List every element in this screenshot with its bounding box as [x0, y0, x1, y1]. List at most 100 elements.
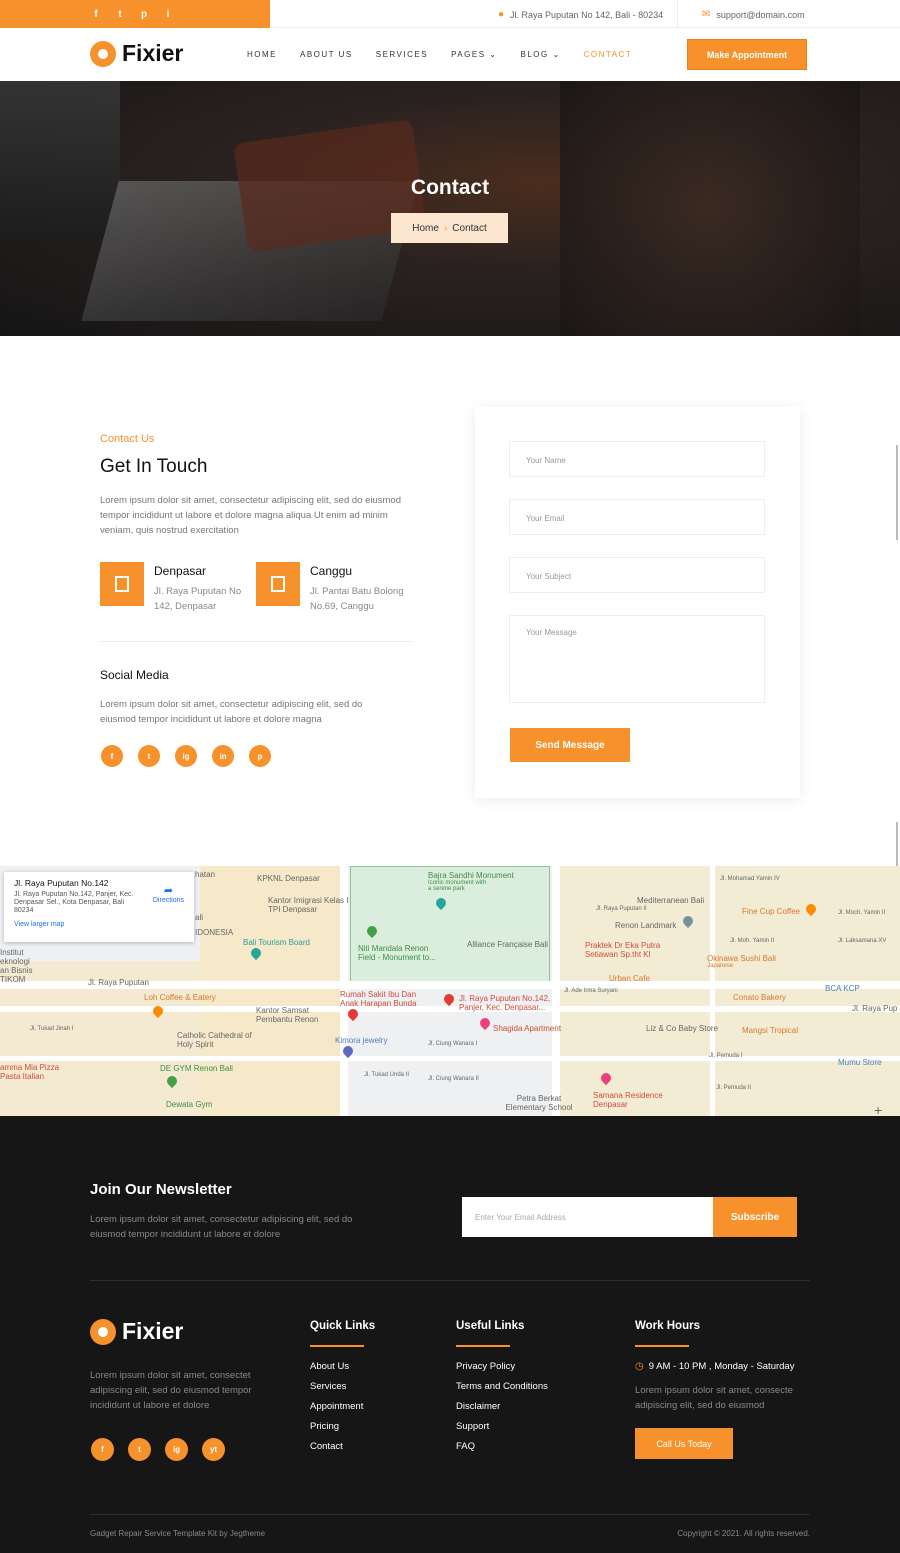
footer-link-about[interactable]: About Us	[310, 1361, 375, 1372]
map-label: Jl. Ade Irma Suryani	[564, 988, 618, 994]
email-field[interactable]: Your Email	[509, 499, 765, 535]
top-address: ● Jl. Raya Puputan No 142, Bali - 80234	[498, 9, 663, 20]
facebook-icon[interactable]: f	[90, 9, 102, 20]
directions-button[interactable]: ➦ Directions	[153, 884, 184, 904]
map-label: Jl. Tukad Jinah I	[30, 1026, 74, 1032]
map-label: Dewata Gym	[166, 1100, 213, 1109]
site-logo[interactable]: Fixier	[90, 40, 183, 67]
map-label: Jl. Ciung Wanara I	[428, 1041, 478, 1047]
make-appointment-button[interactable]: Make Appointment	[687, 39, 807, 70]
work-hours-description: Lorem ipsum dolor sit amet, consecte adi…	[635, 1385, 793, 1411]
nav-item-services[interactable]: SERVICES	[376, 50, 428, 59]
map-label: hatan	[195, 870, 216, 879]
view-larger-map-link[interactable]: View larger map	[14, 921, 184, 928]
twitter-icon[interactable]: t	[128, 1438, 151, 1461]
quick-links-column: Quick Links About Us Services Appointmen…	[310, 1320, 375, 1461]
building-icon	[256, 562, 300, 606]
map-label: KPKNL Denpasar	[257, 874, 320, 883]
map-label: Institut	[0, 948, 24, 957]
nav-item-pages[interactable]: PAGES ⌄	[451, 50, 497, 59]
office-name: Denpasar	[154, 564, 207, 578]
footer-link-contact[interactable]: Contact	[310, 1441, 375, 1452]
zoom-in-icon[interactable]: +	[874, 1102, 882, 1116]
map-label: Niti Mandala Renon Field - Monument to..…	[358, 944, 436, 962]
breadcrumb-home[interactable]: Home	[412, 223, 439, 234]
facebook-icon[interactable]: f	[101, 745, 123, 767]
map-label: TIKOM	[0, 975, 26, 984]
facebook-icon[interactable]: f	[91, 1438, 114, 1461]
linkedin-icon[interactable]: in	[212, 745, 234, 767]
instagram-icon[interactable]: ig	[165, 1438, 188, 1461]
map-label: ali	[195, 913, 204, 922]
send-message-button[interactable]: Send Message	[510, 728, 630, 762]
breadcrumb: Home › Contact	[391, 213, 508, 243]
map-label: Jl. Raya Puputan II	[596, 906, 647, 912]
footer-bottom-divider	[90, 1514, 810, 1515]
footer-social-links: f t ig yt	[91, 1438, 225, 1461]
hero-background-blur	[560, 81, 860, 336]
building-icon	[100, 562, 144, 606]
logo-text: Fixier	[122, 40, 184, 66]
nav-blog-label: BLOG	[520, 50, 549, 59]
map-label: an Bisnis	[0, 966, 33, 975]
footer-link-appointment[interactable]: Appointment	[310, 1401, 375, 1412]
newsletter-description: Lorem ipsum dolor sit amet, consectetur …	[90, 1214, 353, 1240]
map-label: Jl. Tukad Unda II	[364, 1072, 410, 1078]
map-marker-icon[interactable]	[477, 1015, 493, 1031]
map-card-address: Jl. Raya Puputan No.142, Panjer, Kec. De…	[14, 891, 134, 914]
subject-field[interactable]: Your Subject	[509, 557, 765, 593]
pinterest-icon[interactable]: p	[138, 9, 150, 20]
footer-link-support[interactable]: Support	[456, 1421, 548, 1432]
useful-links-column: Useful Links Privacy Policy Terms and Co…	[456, 1320, 548, 1461]
top-email[interactable]: ✉ support@domain.com	[702, 9, 805, 20]
footer-link-terms[interactable]: Terms and Conditions	[456, 1381, 548, 1392]
map-label: Fine Cup Coffee	[742, 907, 801, 916]
map-road	[710, 866, 715, 1116]
nav-item-contact[interactable]: CONTACT	[584, 50, 633, 59]
footer: Join Our Newsletter Lorem ipsum dolor si…	[0, 1116, 900, 1553]
breadcrumb-current: Contact	[452, 222, 487, 234]
instagram-icon[interactable]: ig	[175, 745, 197, 767]
map-label: Catholic Cathedral of Holy Spirit	[177, 1031, 252, 1049]
message-field[interactable]: Your Message	[509, 615, 765, 703]
copyright: Copyright © 2021. All rights reserved.	[677, 1529, 810, 1538]
subscribe-button[interactable]: Subscribe	[713, 1197, 797, 1237]
nav-item-blog[interactable]: BLOG ⌄	[520, 50, 560, 59]
map-label: Jl. Pemuda I	[709, 1053, 743, 1059]
map-label: Liz & Co Baby Store	[646, 1024, 719, 1033]
chevron-right-icon: ›	[443, 222, 448, 234]
footer-link-faq[interactable]: FAQ	[456, 1441, 548, 1452]
office-address: Jl. Pantai Batu Bolong No.69, Canggu	[310, 586, 404, 612]
pinterest-icon[interactable]: p	[249, 745, 271, 767]
nav-item-home[interactable]: HOME	[247, 50, 277, 59]
google-map[interactable]: hatan KPKNL Denpasar Kantor Imigrasi Kel…	[0, 866, 900, 1116]
map-label: Shagida Apartment	[493, 1024, 562, 1033]
top-email-text[interactable]: support@domain.com	[716, 10, 804, 20]
footer-link-disclaimer[interactable]: Disclaimer	[456, 1401, 548, 1412]
footer-credit: Gadget Repair Service Template Kit by Je…	[90, 1529, 266, 1538]
top-bar: f t p i ● Jl. Raya Puputan No 142, Bali …	[0, 0, 900, 28]
quick-links-title: Quick Links	[310, 1320, 376, 1332]
work-hours-column: Work Hours ◷ 9 AM - 10 PM , Monday - Sat…	[635, 1320, 815, 1459]
top-address-text: Jl. Raya Puputan No 142, Bali - 80234	[510, 9, 664, 20]
footer-link-services[interactable]: Services	[310, 1381, 375, 1392]
twitter-icon[interactable]: t	[114, 9, 126, 20]
scrollbar-indicator	[896, 822, 898, 867]
youtube-icon[interactable]: yt	[202, 1438, 225, 1461]
twitter-icon[interactable]: t	[138, 745, 160, 767]
footer-logo[interactable]: Fixier	[90, 1318, 183, 1345]
map-label: Samana Residence Denpasar	[593, 1091, 663, 1109]
newsletter-email-input[interactable]: Enter Your Email Address	[462, 1197, 713, 1237]
instagram-icon[interactable]: i	[162, 9, 174, 20]
map-label: Jl. Moh. Yamin II	[730, 938, 775, 944]
nav-item-about[interactable]: ABOUT US	[300, 50, 353, 59]
map-marker-icon[interactable]	[441, 991, 457, 1007]
hero-banner: Contact Home › Contact	[0, 81, 900, 336]
call-us-button[interactable]: Call Us Today	[635, 1428, 733, 1459]
contact-form: Your Name Your Email Your Subject Your M…	[475, 407, 800, 798]
map-label: Petra Berkat Elementary School	[505, 1094, 573, 1112]
footer-link-pricing[interactable]: Pricing	[310, 1421, 375, 1432]
footer-link-privacy[interactable]: Privacy Policy	[456, 1361, 548, 1372]
section-eyebrow: Contact Us	[100, 433, 155, 445]
name-field[interactable]: Your Name	[509, 441, 765, 477]
